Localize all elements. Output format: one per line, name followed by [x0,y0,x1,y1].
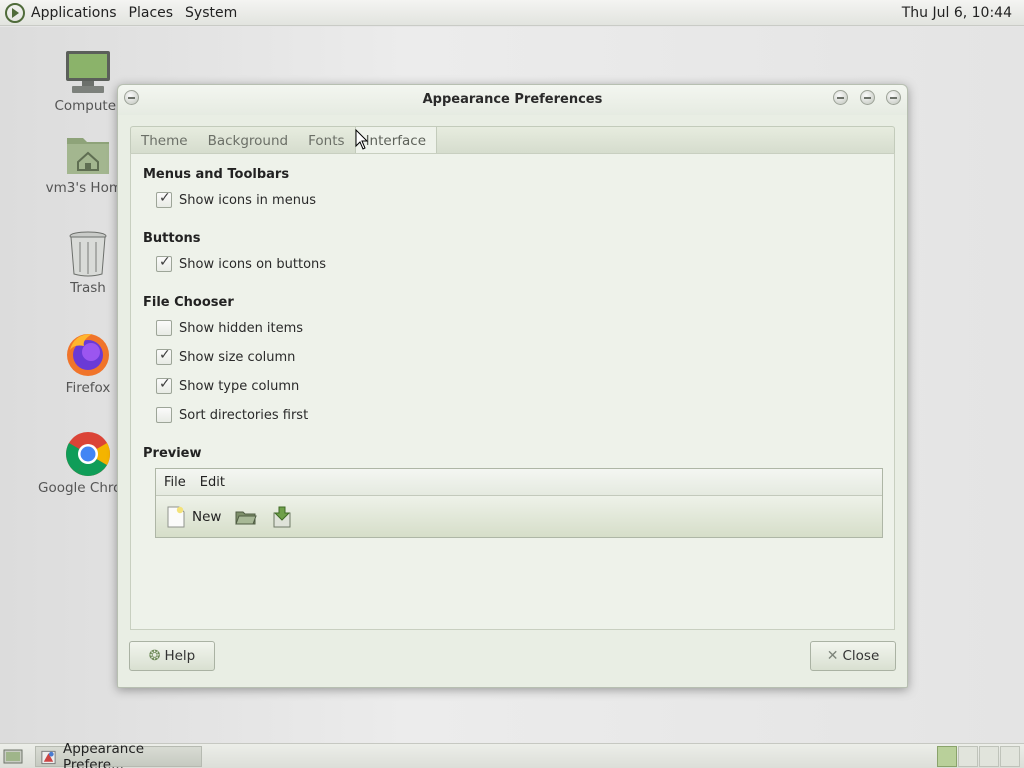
workspace-3[interactable] [979,746,999,767]
save-icon[interactable] [271,506,293,528]
option-label: Sort directories first [179,407,309,423]
distro-logo-icon[interactable] [5,2,25,23]
appearance-preferences-window: Appearance Preferences Theme Background … [117,84,908,688]
preview-menu-edit[interactable]: Edit [200,475,225,490]
chrome-icon [64,430,112,478]
show-icons-in-menus-checkbox[interactable] [156,190,172,208]
show-hidden-items-checkbox[interactable] [156,320,172,336]
interface-panel: Menus and Toolbars Show icons in menus B… [130,153,895,630]
window-close-button[interactable] [886,90,901,105]
preview-box: File Edit New [155,468,883,538]
preview-new-button[interactable]: New [166,506,221,528]
maximize-button[interactable] [860,90,875,105]
preview-toolbar: New [156,496,882,537]
option-label: Show icons in menus [179,192,316,208]
appearance-app-icon [41,750,56,764]
workspace-4[interactable] [1000,746,1020,767]
preview-menu-file[interactable]: File [164,475,186,490]
workspace-2[interactable] [958,746,978,767]
tab-theme[interactable]: Theme [131,127,198,154]
home-folder-icon [64,130,112,178]
help-icon: ❂ [148,648,161,664]
trash-icon [64,230,112,278]
option-show-icons-in-menus[interactable]: Show icons in menus [156,190,316,209]
close-button[interactable]: ✕ Close [810,641,896,671]
window-title: Appearance Preferences [422,92,603,107]
places-menu[interactable]: Places [129,5,174,21]
window-titlebar[interactable]: Appearance Preferences [118,85,907,115]
tab-bar: Theme Background Fonts Interface [130,126,895,154]
preview-new-label: New [192,508,222,525]
section-heading-buttons: Buttons [143,231,201,246]
close-icon: ✕ [826,648,839,664]
bottom-panel: Appearance Prefere... [0,741,1024,768]
help-button[interactable]: ❂ Help [129,641,215,671]
help-label: Help [164,648,196,664]
section-heading-menus-toolbars: Menus and Toolbars [143,167,290,182]
clock[interactable]: Thu Jul 6, 10:44 [902,5,1012,21]
top-panel: Applications Places System Thu Jul 6, 10… [0,0,1024,26]
tab-background[interactable]: Background [198,127,299,154]
new-document-icon [167,506,185,527]
taskbar-item-appearance[interactable]: Appearance Prefere... [35,741,202,768]
taskbar-item-label: Appearance Prefere... [62,740,145,768]
minimize-button[interactable] [833,90,848,105]
system-menu[interactable]: System [185,5,237,21]
firefox-icon [64,330,112,378]
option-show-type-column[interactable]: Show type column [156,376,300,395]
section-heading-preview: Preview [143,446,202,461]
option-sort-directories-first[interactable]: Sort directories first [156,406,308,424]
open-folder-icon[interactable] [235,506,258,528]
option-label: Show size column [179,349,296,365]
mouse-cursor-icon [355,129,369,150]
option-label: Show type column [179,378,300,394]
show-type-column-checkbox[interactable] [156,376,172,394]
show-desktop-icon[interactable] [3,748,23,764]
computer-icon [64,48,112,96]
close-label: Close [842,648,880,664]
section-heading-file-chooser: File Chooser [143,295,234,310]
option-show-icons-on-buttons[interactable]: Show icons on buttons [156,254,327,273]
show-icons-on-buttons-checkbox[interactable] [156,254,172,272]
option-show-hidden-items[interactable]: Show hidden items [156,319,303,337]
option-label: Show hidden items [179,320,304,336]
show-size-column-checkbox[interactable] [156,347,172,365]
option-show-size-column[interactable]: Show size column [156,347,296,366]
option-label: Show icons on buttons [179,256,327,272]
sort-directories-first-checkbox[interactable] [156,407,172,423]
applications-menu[interactable]: Applications [31,5,117,21]
workspace-1[interactable] [937,746,957,767]
preview-menubar: File Edit [156,469,882,496]
tab-fonts[interactable]: Fonts [298,127,354,154]
